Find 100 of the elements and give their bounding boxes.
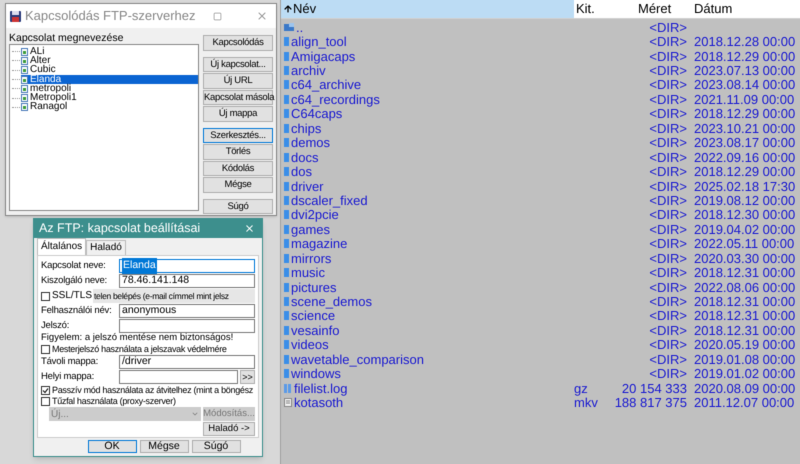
connection-item[interactable]: ALi	[21, 47, 198, 56]
checkbox[interactable]	[41, 386, 50, 394]
dialog-button[interactable]: Súgó	[192, 440, 240, 453]
input-field[interactable]	[119, 319, 255, 333]
checkbox[interactable]	[41, 292, 50, 300]
file-date: 2020.03.30 00:00	[694, 250, 796, 266]
checkbox-label: Mesterjelszó használata a jelszavak védelmére	[52, 344, 227, 354]
input-field[interactable]: anonymous	[119, 304, 255, 318]
file-name[interactable]: windows	[291, 367, 341, 380]
connection-item[interactable]: Elanda	[21, 74, 198, 84]
tab[interactable]: Általános	[37, 238, 86, 255]
file-size: <DIR>	[649, 324, 687, 337]
file-name[interactable]: c64_recordings	[291, 92, 380, 106]
dialog-button[interactable]: Kapcsolat másola	[203, 90, 273, 105]
warning-text: Figyelem: a jelszó mentése nem biztonságos!	[41, 333, 234, 343]
advanced-button[interactable]: Haladó ->	[203, 422, 255, 436]
file-extension: gz	[574, 380, 588, 396]
file-date: 2019.08.12 00:00	[694, 192, 796, 208]
close-icon[interactable]	[256, 10, 268, 22]
input-field[interactable]: Elanda	[119, 259, 255, 273]
dialog-button[interactable]: Új URL	[203, 73, 273, 88]
anonymous-login-option[interactable]: telen belépés (e-mail címmel mint jelsz	[93, 289, 255, 303]
dialog-button[interactable]: Súgó	[203, 198, 273, 214]
file-date: 2023.08.17 00:00	[694, 135, 796, 150]
file-date: 2018.12.28 00:00	[694, 34, 796, 50]
maximize-icon[interactable]	[213, 12, 222, 20]
file-name[interactable]: c64_archive	[291, 78, 362, 92]
dialog-button[interactable]: Új mappa	[203, 106, 273, 122]
file-name[interactable]: vesainfo	[291, 324, 340, 337]
dropdown-caret-icon	[191, 410, 199, 418]
file-date: 2019.01.08 00:00	[694, 352, 796, 367]
dialog-button[interactable]: Szerkesztés...	[203, 128, 273, 143]
file-size: <DIR>	[649, 367, 687, 380]
file-name[interactable]: magazine	[291, 237, 348, 250]
file-name[interactable]: dscaler_fixed	[291, 194, 368, 207]
file-name[interactable]: C64caps	[291, 107, 342, 120]
parent-folder-icon	[284, 23, 294, 32]
checkbox[interactable]	[41, 344, 50, 354]
file-size: <DIR>	[649, 266, 687, 280]
file-name[interactable]: driver	[291, 180, 324, 193]
file-date: 2019.01.02 00:00	[694, 366, 796, 382]
file-size: <DIR>	[649, 237, 687, 250]
file-name[interactable]: chips	[291, 122, 322, 135]
file-size: <DIR>	[649, 150, 687, 164]
connection-item[interactable]: Cubic	[21, 66, 198, 75]
field-label: Helyi mappa:	[41, 372, 96, 382]
file-date: 2023.08.14 00:00	[694, 77, 796, 92]
dialog-button[interactable]: Törlés	[203, 144, 273, 160]
connection-item[interactable]: Ranagol	[21, 102, 198, 112]
field-label: Jelszó:	[41, 321, 70, 331]
connection-item[interactable]: Alter	[21, 56, 198, 66]
file-size: <DIR>	[649, 208, 687, 222]
file-name[interactable]: wavetable_comparison	[291, 352, 424, 366]
file-size: <DIR>	[649, 295, 687, 308]
dialog-button[interactable]: OK	[88, 440, 136, 453]
file-name[interactable]: dos	[291, 165, 312, 178]
dialog-button[interactable]: Kapcsolódás	[203, 35, 273, 50]
file-name[interactable]: docs	[291, 150, 318, 164]
field-label: Kapcsolat neve:	[41, 261, 107, 271]
file-date: 2020.08.09 00:00	[694, 380, 796, 396]
file-name[interactable]: kotasoth	[294, 396, 344, 410]
checkbox[interactable]	[41, 396, 50, 406]
file-name[interactable]: align_tool	[291, 35, 347, 48]
file-name[interactable]: music	[291, 266, 325, 280]
close-icon[interactable]	[244, 223, 255, 234]
file-date: 2025.02.18 17:30	[694, 178, 796, 194]
browse-button[interactable]: >>	[240, 370, 255, 384]
file-icon	[284, 398, 292, 408]
input-field[interactable]	[119, 370, 238, 384]
file-date: 2019.04.02 00:00	[694, 222, 796, 237]
field-label: Távoli mappa:	[41, 357, 100, 367]
field-label: Kiszolgáló neve:	[41, 276, 108, 286]
file-name[interactable]: demos	[291, 136, 330, 150]
input-field[interactable]: /driver	[119, 355, 255, 369]
sort-arrow-icon	[283, 4, 293, 14]
file-name[interactable]: archiv	[291, 64, 326, 78]
input-field[interactable]: 78.46.141.148	[119, 274, 255, 288]
file-name[interactable]: videos	[291, 338, 329, 352]
file-size: <DIR>	[649, 50, 687, 63]
checkbox-label: SSL/TLS	[52, 291, 92, 301]
file-name[interactable]: Amigacaps	[291, 50, 356, 63]
connection-item[interactable]: Metropoli1	[21, 93, 198, 103]
file-name[interactable]: ..	[296, 20, 304, 34]
file-name[interactable]: filelist.log	[294, 382, 348, 395]
file-name[interactable]: pictures	[291, 280, 337, 294]
file-name[interactable]: science	[291, 309, 336, 322]
file-date: 2018.12.31 00:00	[694, 322, 796, 338]
dialog-button[interactable]: Mégse	[203, 177, 273, 192]
dialog-button[interactable]: Mégse	[140, 440, 188, 453]
dialog-button[interactable]: Új kapcsolat...	[203, 56, 273, 72]
file-size: <DIR>	[649, 165, 687, 178]
file-name[interactable]: scene_demos	[291, 295, 372, 308]
checkbox-label: Passzív mód használata az átvitelhez (mint a böngész	[52, 385, 254, 395]
connection-item[interactable]: metropoli	[21, 84, 198, 94]
column-header[interactable]: Név	[281, 0, 574, 18]
tab[interactable]: Haladó	[86, 240, 126, 255]
file-name[interactable]: games	[291, 222, 330, 236]
file-name[interactable]: dvi2pcie	[291, 208, 339, 222]
file-name[interactable]: mirrors	[291, 252, 332, 265]
dialog-button[interactable]: Kódolás	[203, 160, 273, 176]
